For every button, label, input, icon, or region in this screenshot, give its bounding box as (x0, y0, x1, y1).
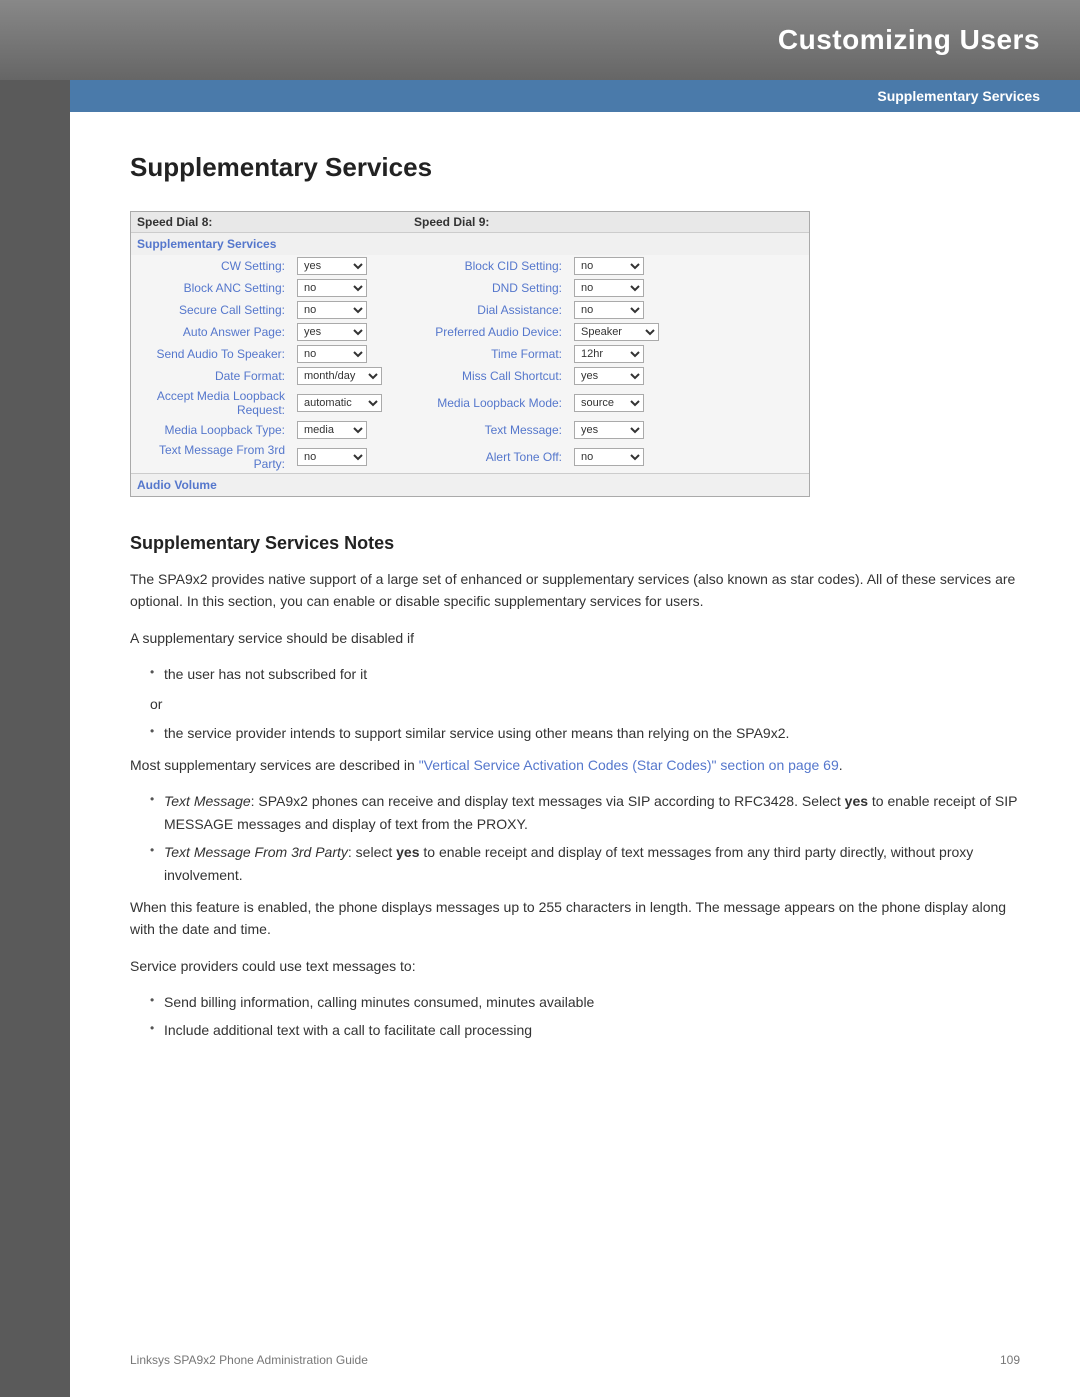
audio-volume-row: Audio Volume (131, 474, 809, 497)
date-format-label: Date Format: (131, 365, 291, 387)
notes-para4: When this feature is enabled, the phone … (130, 896, 1020, 941)
bullet-list-2: the service provider intends to support … (150, 722, 1020, 744)
text-message-3rd-select[interactable]: noyes (297, 448, 367, 466)
table-row: CW Setting: yesno Block CID Setting: noy… (131, 255, 809, 277)
text-message-3rd-italic: Text Message From 3rd Party (164, 844, 348, 860)
date-format-select[interactable]: month/dayday/month (297, 367, 382, 385)
text-message-label: Text Message: (408, 419, 568, 441)
supplementary-services-header-row: Supplementary Services (131, 233, 809, 256)
table-row: Secure Call Setting: noyes Dial Assistan… (131, 299, 809, 321)
text-message-italic: Text Message (164, 793, 251, 809)
table-row: Media Loopback Type: mediapacket Text Me… (131, 419, 809, 441)
block-cid-label: Block CID Setting: (408, 255, 568, 277)
notes-para5: Service providers could use text message… (130, 955, 1020, 977)
text-message-select[interactable]: yesno (574, 421, 644, 439)
bullet-item-6: Include additional text with a call to f… (150, 1019, 1020, 1041)
secure-call-label: Secure Call Setting: (131, 299, 291, 321)
auto-answer-select[interactable]: yesno (297, 323, 367, 341)
bullet-item-4: Text Message From 3rd Party: select yes … (150, 841, 1020, 886)
para3-after-link: . (839, 757, 843, 773)
speed-dial-9-label: Speed Dial 9: (408, 212, 665, 233)
cw-setting-select[interactable]: yesno (297, 257, 367, 275)
block-anc-select[interactable]: noyes (297, 279, 367, 297)
bullet4-text: : select (348, 844, 396, 860)
header: Customizing Users (0, 0, 1080, 80)
send-audio-select[interactable]: noyes (297, 345, 367, 363)
media-loopback-type-label: Media Loopback Type: (131, 419, 291, 441)
media-loopback-mode-select[interactable]: sourcemirror (574, 394, 644, 412)
cw-setting-value[interactable]: yesno (291, 255, 388, 277)
table-row: Date Format: month/dayday/month Miss Cal… (131, 365, 809, 387)
notes-para3: Most supplementary services are describe… (130, 754, 1020, 776)
bullet-list-3: Text Message: SPA9x2 phones can receive … (150, 790, 1020, 886)
accept-media-select[interactable]: automaticmanual (297, 394, 382, 412)
table-row: Accept Media Loopback Request: automatic… (131, 387, 809, 419)
dial-assistance-select[interactable]: noyes (574, 301, 644, 319)
auto-answer-label: Auto Answer Page: (131, 321, 291, 343)
audio-volume-label: Audio Volume (131, 474, 809, 497)
supplementary-services-header-label: Supplementary Services (131, 233, 809, 256)
miss-call-select[interactable]: yesno (574, 367, 644, 385)
footer-left: Linksys SPA9x2 Phone Administration Guid… (130, 1353, 368, 1367)
or-text: or (150, 696, 1020, 712)
accept-media-label: Accept Media Loopback Request: (131, 387, 291, 419)
bullet3-bold: yes (845, 793, 868, 809)
settings-table: Speed Dial 8: Speed Dial 9: Supplementar… (131, 212, 809, 496)
media-loopback-type-select[interactable]: mediapacket (297, 421, 367, 439)
time-format-label: Time Format: (408, 343, 568, 365)
sidebar-strip (0, 0, 70, 1397)
header-subtitle-bar: Supplementary Services (0, 80, 1080, 112)
block-cid-select[interactable]: noyes (574, 257, 644, 275)
notes-para1: The SPA9x2 provides native support of a … (130, 568, 1020, 613)
text-message-3rd-label: Text Message From 3rd Party: (131, 441, 291, 474)
secure-call-select[interactable]: noyes (297, 301, 367, 319)
para3-before-link: Most supplementary services are describe… (130, 757, 419, 773)
star-codes-link[interactable]: "Vertical Service Activation Codes (Star… (419, 757, 839, 773)
main-content: Supplementary Services Speed Dial 8: Spe… (70, 112, 1080, 1112)
speed-dial-8-label: Speed Dial 8: (131, 212, 388, 233)
cw-setting-label: CW Setting: (131, 255, 291, 277)
header-title: Customizing Users (778, 24, 1040, 56)
bullet-item-3: Text Message: SPA9x2 phones can receive … (150, 790, 1020, 835)
notes-para2: A supplementary service should be disabl… (130, 627, 1020, 649)
dnd-setting-select[interactable]: noyes (574, 279, 644, 297)
alert-tone-select[interactable]: noyes (574, 448, 644, 466)
media-loopback-mode-label: Media Loopback Mode: (408, 387, 568, 419)
preferred-audio-select[interactable]: SpeakerHeadset (574, 323, 659, 341)
dnd-setting-label: DND Setting: (408, 277, 568, 299)
time-format-select[interactable]: 12hr24hr (574, 345, 644, 363)
section-notes-title: Supplementary Services Notes (130, 533, 1020, 554)
table-row: Block ANC Setting: noyes DND Setting: no… (131, 277, 809, 299)
alert-tone-label: Alert Tone Off: (408, 441, 568, 474)
dial-assistance-label: Dial Assistance: (408, 299, 568, 321)
ui-table-container: Speed Dial 8: Speed Dial 9: Supplementar… (130, 211, 810, 497)
bullet-item-5: Send billing information, calling minute… (150, 991, 1020, 1013)
block-anc-label: Block ANC Setting: (131, 277, 291, 299)
bullet4-bold: yes (396, 844, 419, 860)
header-subtitle: Supplementary Services (877, 88, 1040, 104)
table-row: Text Message From 3rd Party: noyes Alert… (131, 441, 809, 474)
footer-right: 109 (1000, 1353, 1020, 1367)
footer: Linksys SPA9x2 Phone Administration Guid… (70, 1353, 1080, 1367)
bullet-list-4: Send billing information, calling minute… (150, 991, 1020, 1042)
block-cid-value[interactable]: noyes (568, 255, 665, 277)
table-row: Auto Answer Page: yesno Preferred Audio … (131, 321, 809, 343)
table-row: Send Audio To Speaker: noyes Time Format… (131, 343, 809, 365)
bullet-item-1: the user has not subscribed for it (150, 663, 1020, 685)
send-audio-label: Send Audio To Speaker: (131, 343, 291, 365)
notes-section: Supplementary Services Notes The SPA9x2 … (130, 533, 1020, 1042)
bullet-list-1: the user has not subscribed for it (150, 663, 1020, 685)
page-title: Supplementary Services (130, 152, 1020, 183)
bullet-item-2: the service provider intends to support … (150, 722, 1020, 744)
bullet3-text: : SPA9x2 phones can receive and display … (251, 793, 845, 809)
preferred-audio-label: Preferred Audio Device: (408, 321, 568, 343)
miss-call-label: Miss Call Shortcut: (408, 365, 568, 387)
speed-dial-row: Speed Dial 8: Speed Dial 9: (131, 212, 809, 233)
